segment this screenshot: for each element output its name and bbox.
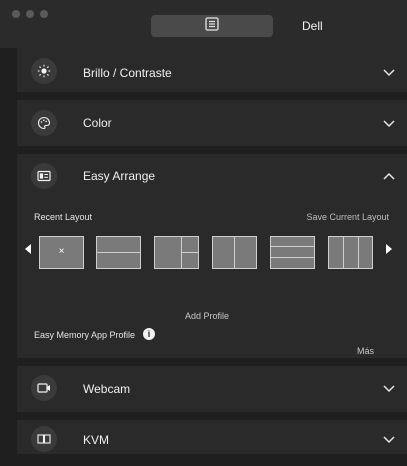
section-webcam[interactable]: Webcam bbox=[17, 366, 407, 412]
layout-thumb-selected[interactable]: × bbox=[39, 236, 84, 269]
easy-memory-profile-label: Easy Memory App Profile bbox=[34, 330, 136, 340]
zoom-window-button[interactable] bbox=[40, 10, 48, 18]
section-title: Easy Arrange bbox=[83, 169, 156, 183]
add-profile-button[interactable]: Add Profile bbox=[185, 311, 229, 321]
chevron-down-icon[interactable] bbox=[381, 381, 397, 397]
selected-layout-mark: × bbox=[58, 246, 65, 257]
chevron-down-icon[interactable] bbox=[381, 116, 397, 132]
chevron-down-icon[interactable] bbox=[381, 65, 397, 81]
info-icon[interactable]: i bbox=[143, 328, 155, 340]
section-title: Color bbox=[83, 116, 112, 130]
more-link[interactable]: Más bbox=[357, 346, 374, 356]
sun-icon bbox=[31, 58, 57, 84]
layout-thumb-three-rows[interactable] bbox=[270, 236, 315, 269]
easy-arrange-header[interactable]: Easy Arrange bbox=[17, 154, 407, 200]
camera-icon bbox=[31, 375, 57, 401]
layout-thumb-horizontal-split[interactable] bbox=[96, 236, 141, 269]
tab-dell[interactable]: Dell bbox=[302, 19, 323, 33]
tab-menu[interactable] bbox=[151, 15, 273, 37]
section-title: Webcam bbox=[83, 382, 131, 396]
close-window-button[interactable] bbox=[12, 10, 20, 18]
layout-thumb-vertical-split[interactable] bbox=[212, 236, 257, 269]
layout-icon bbox=[31, 163, 57, 189]
layout-next-arrow-icon[interactable] bbox=[386, 244, 392, 254]
layout-thumb-left-large[interactable] bbox=[154, 236, 199, 269]
section-color[interactable]: Color bbox=[17, 100, 407, 146]
list-document-icon bbox=[205, 16, 219, 36]
section-brillo-contraste[interactable]: Brillo / Contraste bbox=[17, 48, 407, 92]
section-kvm[interactable]: KVM bbox=[17, 420, 407, 454]
chevron-up-icon[interactable] bbox=[381, 168, 397, 184]
section-title: KVM bbox=[83, 433, 110, 447]
layout-prev-arrow-icon[interactable] bbox=[25, 244, 31, 254]
kvm-icon bbox=[31, 426, 57, 452]
section-title: Brillo / Contraste bbox=[83, 66, 172, 80]
save-current-layout-button[interactable]: Save Current Layout bbox=[306, 212, 389, 222]
window-titlebar: Dell bbox=[0, 0, 407, 48]
layout-thumb-three-columns[interactable] bbox=[328, 236, 373, 269]
minimize-window-button[interactable] bbox=[26, 10, 34, 18]
palette-icon bbox=[31, 110, 57, 136]
settings-content: Brillo / Contraste Color Easy Arrange Re… bbox=[0, 48, 407, 454]
chevron-down-icon[interactable] bbox=[381, 432, 397, 448]
recent-layout-label: Recent Layout bbox=[34, 212, 93, 222]
